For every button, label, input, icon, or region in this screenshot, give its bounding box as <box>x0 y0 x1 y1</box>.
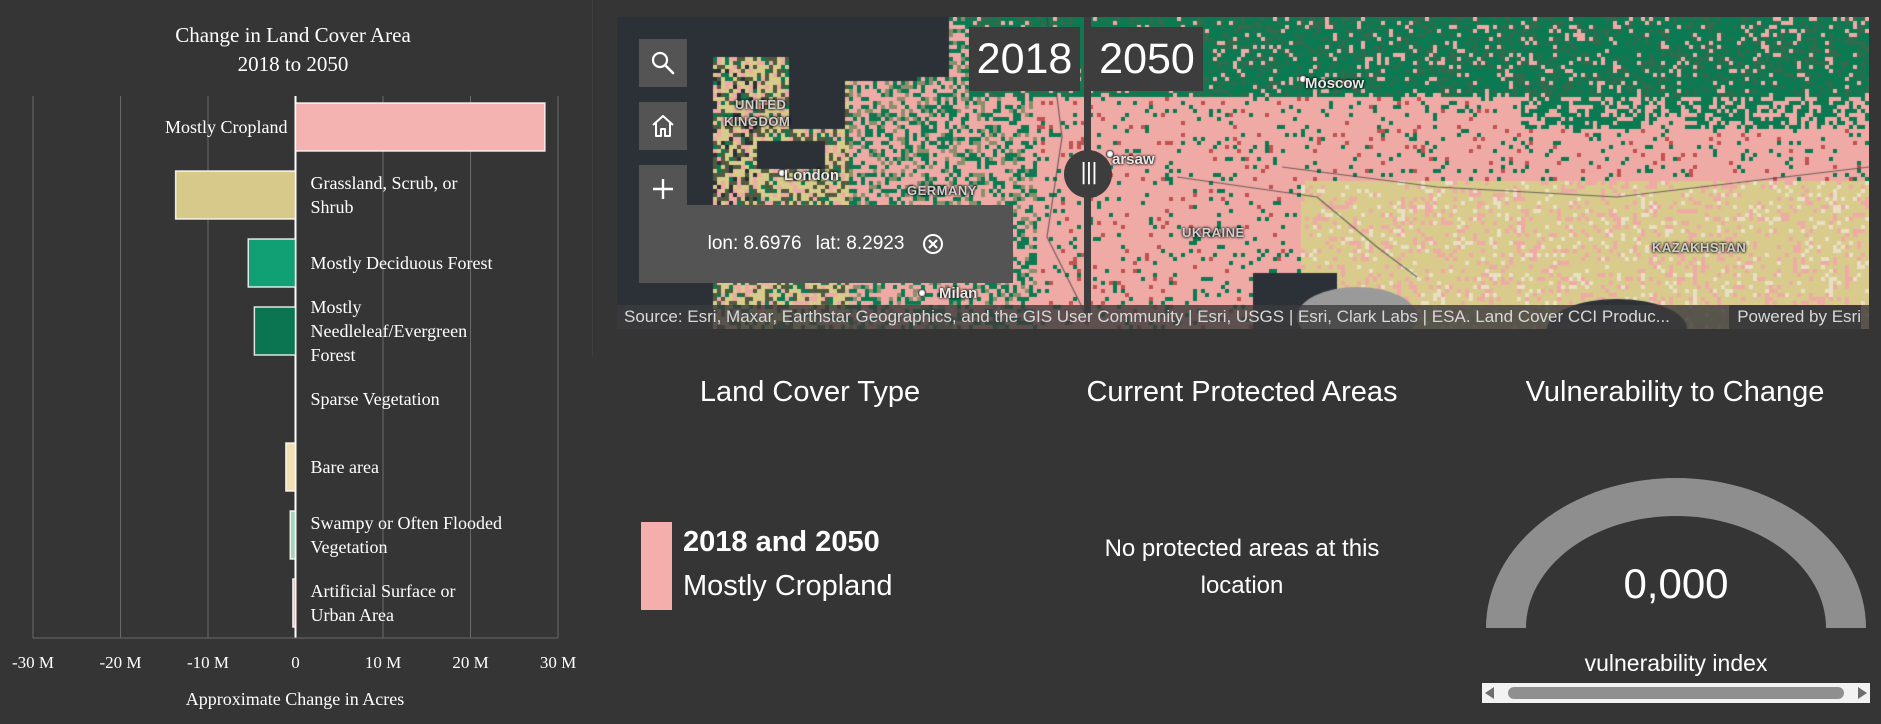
category-label: Urban Area <box>311 605 394 625</box>
protected-areas-title: Current Protected Areas <box>1086 376 1398 408</box>
category-label: Vegetation <box>311 537 388 557</box>
year-label-right: 2050 <box>1091 27 1203 91</box>
x-tick-label: -30 M <box>12 653 54 672</box>
gauge-label: vulnerability index <box>1584 650 1768 676</box>
attribution-source[interactable]: Source: Esri, Maxar, Earthstar Geographi… <box>624 305 1711 329</box>
search-button[interactable] <box>639 39 687 87</box>
lon-label: lon: <box>707 233 739 254</box>
category-label: Swampy or Often Flooded <box>311 513 502 533</box>
powered-by-esri[interactable]: Powered by Esri <box>1729 305 1861 329</box>
map-attribution: Source: Esri, Maxar, Earthstar Geographi… <box>617 305 1869 329</box>
bar[interactable] <box>289 510 297 560</box>
legend-years: 2018 and 2050 <box>683 526 880 558</box>
map-label-london: London <box>784 167 839 184</box>
lat-label: lat: <box>815 233 841 254</box>
panel-divider <box>592 0 593 356</box>
category-label: Sparse Vegetation <box>311 389 440 409</box>
gauge-value: 0,000 <box>1623 560 1729 607</box>
category-label: Mostly <box>311 297 362 317</box>
x-tick-label: 30 M <box>540 653 576 672</box>
chart-x-axis-label: Approximate Change in Acres <box>186 689 404 709</box>
lat-value: 8.2923 <box>846 233 905 254</box>
map-label-milan: Milan <box>939 285 978 302</box>
bar[interactable] <box>174 170 297 220</box>
bar[interactable] <box>292 578 297 628</box>
category-label: Shrub <box>311 197 354 217</box>
scroll-right-icon[interactable] <box>1858 687 1867 699</box>
year-label-left: 2018 <box>969 27 1080 91</box>
land-cover-change-chart: Change in Land Cover Area 2018 to 2050 M… <box>0 0 590 724</box>
scroll-left-icon[interactable] <box>1485 687 1494 699</box>
bar[interactable] <box>294 102 546 152</box>
category-label: Needleleaf/Evergreen <box>311 321 468 341</box>
home-button[interactable] <box>639 102 687 150</box>
x-tick-label: 20 M <box>452 653 488 672</box>
horizontal-scrollbar[interactable] <box>1482 683 1870 703</box>
bar[interactable] <box>247 238 297 288</box>
legend-swatch <box>641 522 672 610</box>
category-label: Bare area <box>311 457 379 477</box>
x-tick-label: -20 M <box>99 653 141 672</box>
protected-areas-message: No protected areas at this location <box>1104 535 1380 599</box>
x-tick-label: 10 M <box>365 653 401 672</box>
chart-x-tick-labels: -30 M -20 M -10 M 0 10 M 20 M 30 M <box>12 653 576 672</box>
category-label: Grassland, Scrub, or <box>311 173 458 193</box>
coordinate-popup: lon: 8.6976 lat: 8.2923 <box>639 205 1013 283</box>
home-icon <box>652 115 674 137</box>
legend-class: Mostly Cropland <box>683 570 893 602</box>
map-label-kazakhstan: KAZAKHSTAN <box>1652 240 1747 255</box>
category-label: Artificial Surface or <box>311 581 456 601</box>
vulnerability-title: Vulnerability to Change <box>1525 376 1825 408</box>
land-cover-type-title: Land Cover Type <box>699 376 921 408</box>
x-tick-label: -10 M <box>187 653 229 672</box>
swipe-handle[interactable]: ||| <box>1064 150 1112 198</box>
bar[interactable] <box>285 442 297 492</box>
map-label-moscow: Moscow <box>1305 75 1365 92</box>
bar-chart-svg: Change in Land Cover Area 2018 to 2050 M… <box>12 23 576 709</box>
map-label-uk-2: KINGDOM <box>724 114 791 129</box>
category-label: Mostly Cropland <box>165 117 288 137</box>
chart-title-line1: Change in Land Cover Area <box>175 23 411 47</box>
bar[interactable] <box>253 306 297 356</box>
category-label: Forest <box>311 345 356 365</box>
scrollbar-thumb[interactable] <box>1508 687 1844 699</box>
map-label-germany: GERMANY <box>907 183 977 198</box>
plus-icon <box>653 179 673 199</box>
map-label-ukraine: UKRAINE <box>1182 225 1245 240</box>
chart-title-line2: 2018 to 2050 <box>238 52 349 76</box>
map-label-warsaw: arsaw <box>1112 151 1155 168</box>
close-icon[interactable] <box>922 233 944 255</box>
swipe-map[interactable]: UNITED KINGDOM London GERMANY Moscow ars… <box>617 17 1869 329</box>
lon-value: 8.6976 <box>743 233 802 254</box>
category-label: Mostly Deciduous Forest <box>311 253 493 273</box>
map-label-uk-1: UNITED <box>735 97 787 112</box>
search-icon <box>651 51 675 75</box>
x-tick-label: 0 <box>291 653 300 672</box>
